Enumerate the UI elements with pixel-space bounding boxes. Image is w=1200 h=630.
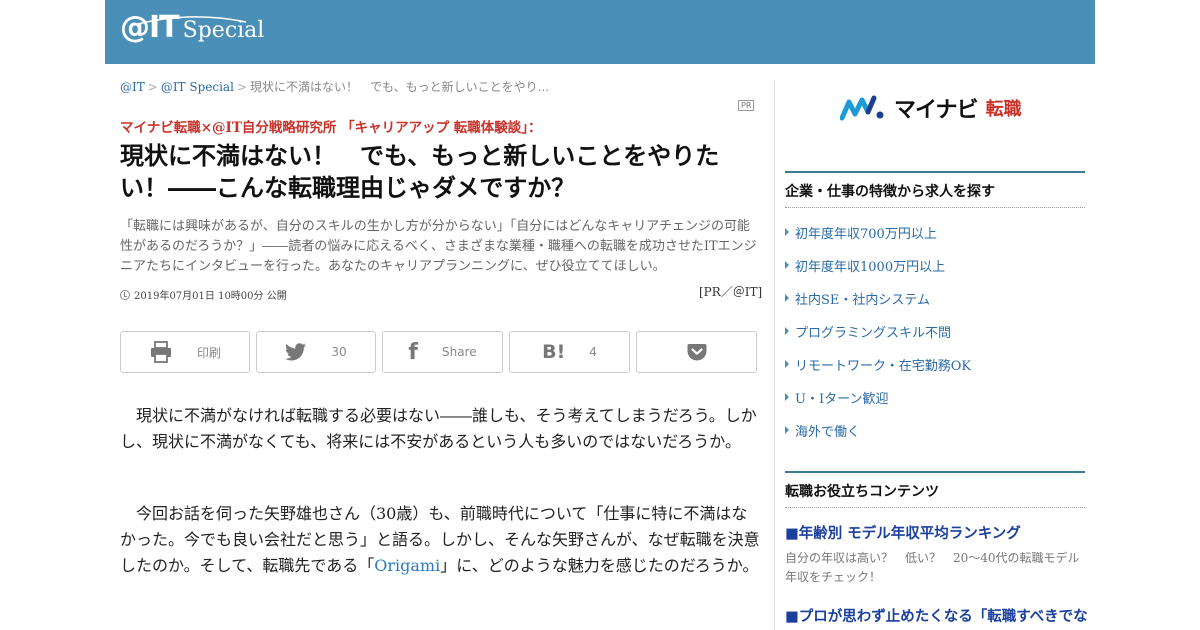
triangle-right-icon [785,228,789,236]
clock-icon [120,289,130,300]
logo-swoosh-icon [129,16,247,27]
triangle-right-icon [785,426,789,434]
sidebar-link-label: 初年度年収1000万円以上 [795,260,946,275]
feature-title-link[interactable]: ■プロが思わず止めたくなる「転職すべきでな [785,607,1088,627]
triangle-right-icon [785,294,789,302]
sidebar-link-internal-se[interactable]: 社内SE・社内システム [785,289,971,322]
sidebar-link-salary-1000[interactable]: 初年度年収1000万円以上 [785,256,971,289]
sidebar-section-title: 転職お役立ちコンテンツ [785,471,1085,508]
print-button[interactable]: 印刷 [120,331,250,373]
breadcrumb-item-at-it-special[interactable]: @IT Special [161,80,234,94]
mynavi-brand-name: マイナビ [894,98,979,123]
sidebar-feature: ■年齢別 モデル年収平均ランキング 自分の年収は高い？ 低い？ 20～40代の転… [785,524,1085,587]
twitter-icon [285,343,307,361]
origami-link[interactable]: Origami [374,556,440,575]
paragraph-text: 」に、どのような魅力を感じたのだろうか。 [440,556,759,575]
triangle-right-icon [785,393,789,401]
facebook-icon: f [408,339,418,365]
print-label: 印刷 [196,345,221,360]
article-paragraph: 今回お話を伺った矢野雄也さん（30歳）も、前職時代について「仕事に特に不満はなか… [120,501,760,579]
breadcrumb: @IT > @IT Special > 現状に不満はない！ でも、もっと新しいことをやり… [120,78,549,95]
publish-date-text: 2019年07月01日 10時00分 公開 [134,291,287,302]
twitter-share-button[interactable]: 30 [256,331,376,373]
pocket-button[interactable] [636,331,757,373]
sidebar-link-label: 社内SE・社内システム [795,293,931,308]
publish-date: 2019年07月01日 10時00分 公開 [120,287,287,302]
sidebar-link-label: 海外で働く [795,425,861,440]
facebook-share-button[interactable]: f Share [382,331,503,373]
pr-badge: PR [738,100,755,111]
sidebar-feature: ■プロが思わず止めたくなる「転職すべきでな [785,607,1088,627]
breadcrumb-separator: > [236,80,247,94]
sidebar-link-label: プログラミングスキル不問 [795,326,952,341]
hatena-bookmark-button[interactable]: B! 4 [509,331,630,373]
facebook-share-label: Share [441,345,477,359]
breadcrumb-current: 現状に不満はない！ でも、もっと新しいことをやり... [250,80,550,94]
sidebar-section-title: 企業・仕事の特徴から求人を探す [785,171,1085,208]
twitter-count: 30 [331,345,347,359]
sidebar-link-label: U・Iターン歓迎 [795,392,889,407]
feature-title-link[interactable]: ■年齢別 モデル年収平均ランキング [785,524,1085,544]
hatena-bookmark-icon: B! [542,341,566,363]
mynavi-banner[interactable]: マイナビ 転職 [840,92,1022,124]
breadcrumb-separator: > [147,80,158,94]
breadcrumb-item-at-it[interactable]: @IT [120,80,145,94]
article-lead: 「転職には興味があるが、自分のスキルの生かし方が分からない」「自分にはどんなキャ… [120,219,757,274]
article-credit: [PR／＠IT] [699,285,763,299]
triangle-right-icon [785,327,789,335]
printer-icon [150,341,171,363]
column-divider [774,80,775,630]
feature-description: 自分の年収は高い？ 低い？ 20～40代の転職モデル年収をチェック！ [785,551,1080,584]
article-title: 現状に不満はない！ でも、もっと新しいことをやりたい！――こんな転職理由じゃダメ… [120,141,720,202]
triangle-right-icon [785,261,789,269]
mynavi-brand-job: 転職 [985,99,1022,120]
sidebar-link-ui-turn[interactable]: U・Iターン歓迎 [785,388,971,421]
sidebar-link-no-programming[interactable]: プログラミングスキル不問 [785,322,971,355]
sidebar-link-remote-work[interactable]: リモートワーク・在宅勤務OK [785,355,971,388]
hatena-count: 4 [589,345,597,359]
article-paragraph: 現状に不満がなければ転職する必要はない――誰しも、そう考えてしまうだろう。しかし… [120,406,757,451]
mynavi-logo-icon [840,95,884,121]
sidebar-link-salary-700[interactable]: 初年度年収700万円以上 [785,223,971,256]
sidebar-link-label: リモートワーク・在宅勤務OK [795,359,972,374]
sidebar-job-links: 初年度年収700万円以上 初年度年収1000万円以上 社内SE・社内システム プ… [785,223,971,454]
pocket-icon [687,344,706,361]
article-series[interactable]: マイナビ転職×@IT自分戦略研究所 「キャリアアップ 転職体験談」： [120,116,542,136]
sidebar-link-label: 初年度年収700万円以上 [795,227,937,242]
triangle-right-icon [785,360,789,368]
sidebar-link-overseas[interactable]: 海外で働く [785,421,971,454]
